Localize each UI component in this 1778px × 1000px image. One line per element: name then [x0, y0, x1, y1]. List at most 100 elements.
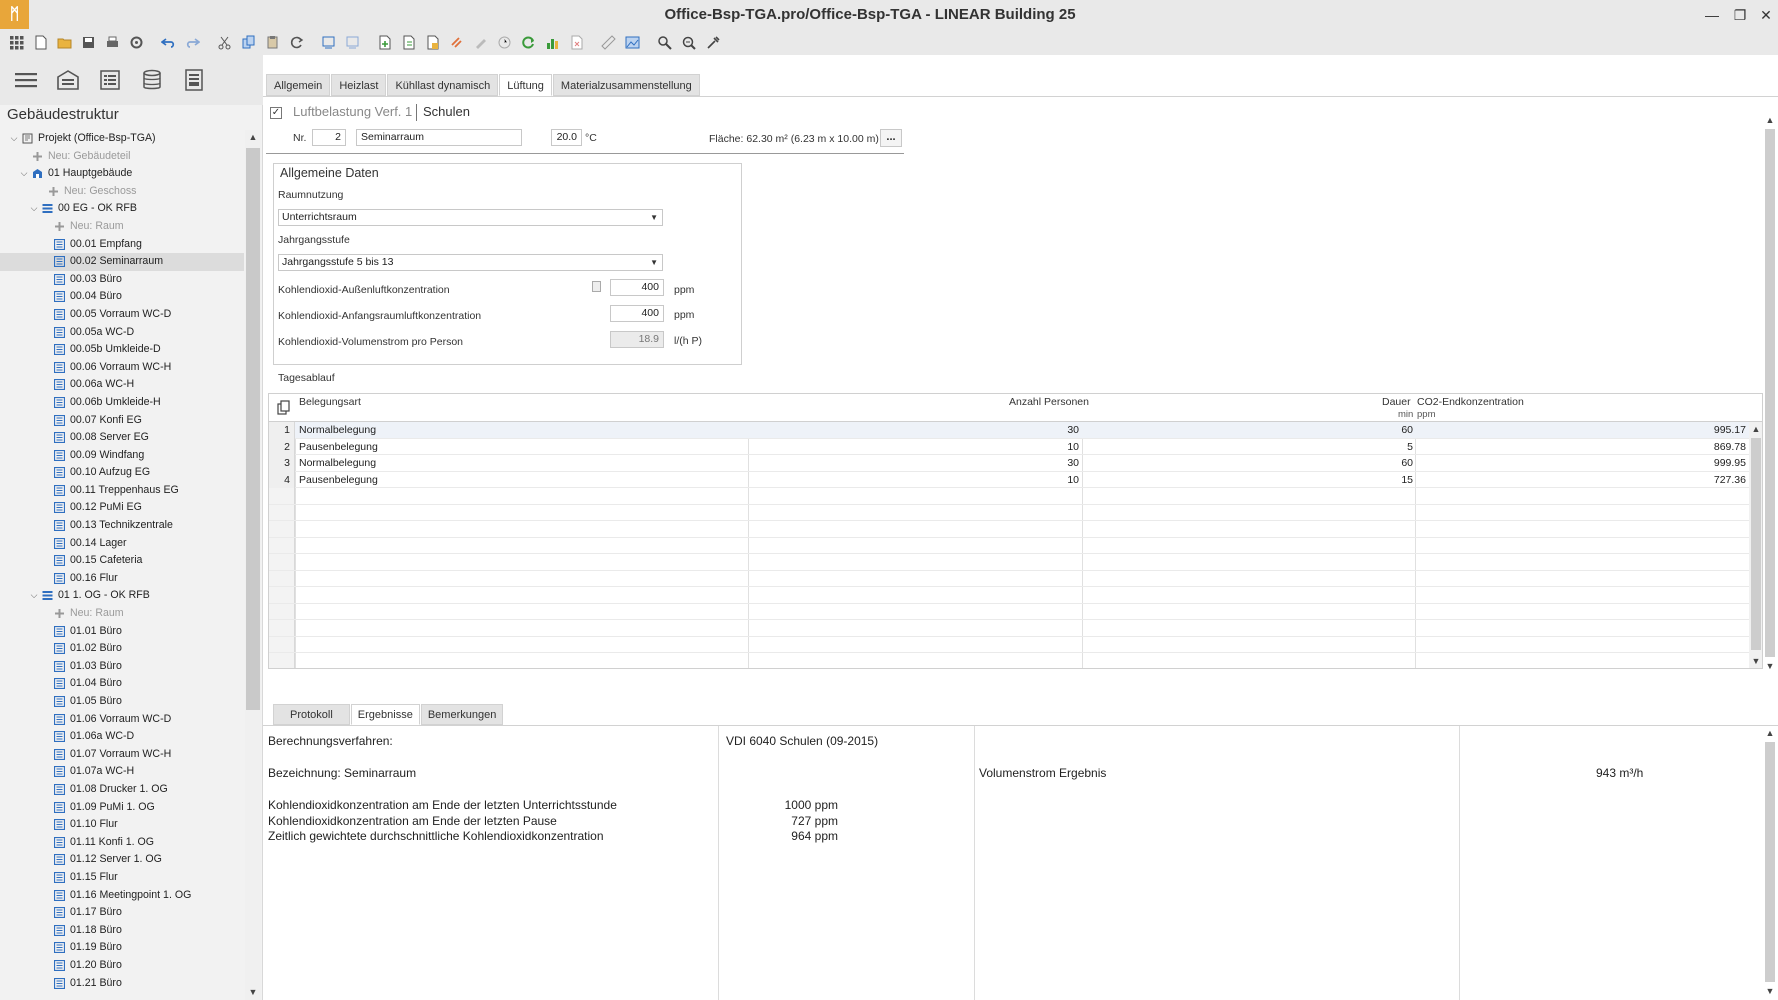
grade-select[interactable]: Jahrgangsstufe 5 bis 13 ▼	[278, 254, 663, 271]
tree-new-item[interactable]: Neu: Raum	[0, 605, 244, 623]
tree-item[interactable]: 01.06a WC-D	[0, 728, 244, 746]
tree-item[interactable]: 01.12 Server 1. OG	[0, 851, 244, 869]
copy-icon[interactable]	[238, 34, 258, 52]
tree-item[interactable]: 01.18 Büro	[0, 922, 244, 940]
menu-icon[interactable]	[9, 65, 43, 95]
apps-grid-icon[interactable]	[6, 34, 26, 52]
tree-item[interactable]: 01.15 Flur	[0, 869, 244, 887]
tree-item[interactable]: 00.07 Konfi EG	[0, 412, 244, 430]
tree-item[interactable]: 00.14 Lager	[0, 535, 244, 553]
mode-checkbox[interactable]: ✓	[270, 107, 282, 119]
restore-button[interactable]: ❐	[1728, 4, 1752, 26]
tree-item[interactable]: 01.08 Drucker 1. OG	[0, 781, 244, 799]
tree-item[interactable]: 00.06a WC-H	[0, 376, 244, 394]
report-icon[interactable]	[422, 34, 442, 52]
tree-item[interactable]: 00.08 Server EG	[0, 429, 244, 447]
scroll-down-icon[interactable]: ▼	[1749, 654, 1762, 668]
undo-icon[interactable]	[158, 34, 178, 52]
list-icon[interactable]	[93, 65, 127, 95]
tree-item[interactable]: 00.01 Empfang	[0, 236, 244, 254]
tree-item[interactable]: 01.02 Büro	[0, 640, 244, 658]
table-row[interactable]: 4 Pausenbelegung 10 15 727.36	[269, 471, 1749, 488]
tree-item[interactable]: 00.12 PuMi EG	[0, 499, 244, 517]
copy-rows-icon[interactable]	[277, 400, 291, 416]
ruler-icon[interactable]	[598, 34, 618, 52]
header-persons[interactable]: Anzahl Personen	[1009, 396, 1089, 408]
tree-new-item[interactable]: Neu: Geschoss	[0, 183, 244, 201]
delete-doc-icon[interactable]	[566, 34, 586, 52]
expand-chevron-icon[interactable]: ⌵	[19, 165, 29, 183]
database-icon[interactable]	[135, 65, 169, 95]
results-scrollbar[interactable]: ▲ ▼	[1763, 726, 1777, 1000]
new-file-icon[interactable]	[30, 34, 50, 52]
tree-item[interactable]: ⌵ 00 EG - OK RFB	[0, 200, 244, 218]
tree-item[interactable]: 00.05b Umkleide-D	[0, 341, 244, 359]
tree-item[interactable]: 01.20 Büro	[0, 957, 244, 975]
open-folder-icon[interactable]	[54, 34, 74, 52]
paste-icon[interactable]	[262, 34, 282, 52]
link-icon[interactable]	[446, 34, 466, 52]
header-type[interactable]: Belegungsart	[299, 396, 361, 408]
co2-initial-field[interactable]: 400	[610, 305, 664, 322]
tree-item[interactable]: 01.03 Büro	[0, 658, 244, 676]
tree-item[interactable]: 01.05 Büro	[0, 693, 244, 711]
cut-icon[interactable]	[214, 34, 234, 52]
tree-item[interactable]: 01.07a WC-H	[0, 763, 244, 781]
minimize-button[interactable]: —	[1700, 4, 1724, 26]
table-row[interactable]: 1 Normalbelegung 30 60 995.17	[269, 422, 1749, 439]
result-tab-0[interactable]: Protokoll	[273, 704, 350, 725]
result-tab-1[interactable]: Ergebnisse	[350, 704, 420, 725]
scroll-down-icon[interactable]: ▼	[1763, 659, 1777, 673]
image-icon[interactable]	[622, 34, 642, 52]
tab-3[interactable]: Lüftung	[499, 74, 552, 96]
expand-chevron-icon[interactable]: ⌵	[9, 130, 19, 148]
expand-chevron-icon[interactable]: ⌵	[29, 200, 39, 218]
tree-item[interactable]: 00.05a WC-D	[0, 324, 244, 342]
scroll-down-icon[interactable]: ▼	[1763, 984, 1777, 998]
clock-icon[interactable]	[494, 34, 514, 52]
tree-item[interactable]: 00.11 Treppenhaus EG	[0, 482, 244, 500]
tree-item[interactable]: 00.15 Cafeteria	[0, 552, 244, 570]
tree-item[interactable]: 01.11 Konfi 1. OG	[0, 834, 244, 852]
export-icon[interactable]	[342, 34, 362, 52]
tree-new-item[interactable]: Neu: Gebäudeteil	[0, 148, 244, 166]
tree-item[interactable]: ⌵ Projekt (Office-Bsp-TGA)	[0, 130, 244, 148]
tree-item[interactable]: 00.09 Windfang	[0, 447, 244, 465]
tree-item[interactable]: ⌵ 01 Hauptgebäude	[0, 165, 244, 183]
copy-doc-icon[interactable]	[398, 34, 418, 52]
room-number-field[interactable]: 2	[312, 129, 346, 146]
room-more-button[interactable]: ...	[880, 129, 902, 147]
table-row[interactable]: 2 Pausenbelegung 10 5 869.78	[269, 438, 1749, 455]
tree-item[interactable]: 00.13 Technikzentrale	[0, 517, 244, 535]
tab-2[interactable]: Kühllast dynamisch	[387, 74, 499, 96]
table-row[interactable]: 3 Normalbelegung 30 60 999.95	[269, 455, 1749, 472]
scrollbar-thumb[interactable]	[246, 148, 260, 710]
scroll-up-icon[interactable]: ▲	[1763, 113, 1777, 127]
tab-1[interactable]: Heizlast	[331, 74, 387, 96]
tree-item[interactable]: 01.04 Büro	[0, 675, 244, 693]
zoom-icon[interactable]	[654, 34, 674, 52]
co2-outdoor-field[interactable]: 400	[610, 279, 664, 296]
tree-item[interactable]: 00.10 Aufzug EG	[0, 464, 244, 482]
report-panel-icon[interactable]	[177, 65, 211, 95]
header-co2[interactable]: CO2-Endkonzentration	[1417, 396, 1524, 408]
tree-item[interactable]: 01.01 Büro	[0, 623, 244, 641]
tree-new-item[interactable]: Neu: Raum	[0, 218, 244, 236]
co2-outdoor-lookup-icon[interactable]	[592, 281, 601, 292]
refresh-icon[interactable]	[286, 34, 306, 52]
header-duration[interactable]: Dauer	[1382, 396, 1411, 408]
tree-item[interactable]: 01.10 Flur	[0, 816, 244, 834]
scroll-up-icon[interactable]: ▲	[1749, 422, 1762, 436]
tree-item[interactable]: 00.16 Flur	[0, 570, 244, 588]
tree-item[interactable]: 01.21 Büro	[0, 975, 244, 993]
settings-icon[interactable]	[126, 34, 146, 52]
tree-item[interactable]: 00.06b Umkleide-H	[0, 394, 244, 412]
tree-item[interactable]: 00.04 Büro	[0, 288, 244, 306]
tree-item[interactable]: 01.06 Vorraum WC-D	[0, 711, 244, 729]
result-tab-2[interactable]: Bemerkungen	[420, 704, 504, 725]
tab-0[interactable]: Allgemein	[266, 74, 331, 96]
sync-icon[interactable]	[518, 34, 538, 52]
tree-item[interactable]: 00.05 Vorraum WC-D	[0, 306, 244, 324]
tree-item[interactable]: 01.09 PuMi 1. OG	[0, 799, 244, 817]
scroll-down-icon[interactable]: ▼	[245, 985, 261, 999]
